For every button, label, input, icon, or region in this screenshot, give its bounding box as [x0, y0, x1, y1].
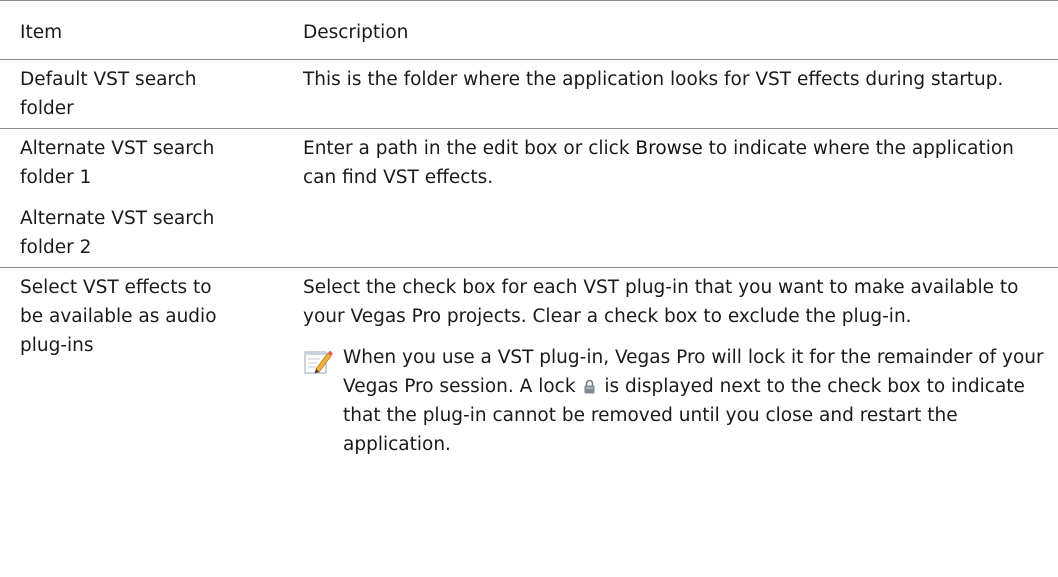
table-row: Select VST effects to be available as au… [0, 267, 1058, 464]
item-group: Alternate VST search folder 1 [20, 134, 303, 192]
item-text-line: be available as audio [20, 306, 217, 327]
table-header: Item Description [0, 0, 1058, 59]
note-pencil-icon [304, 350, 333, 374]
header-description: Description [303, 22, 409, 43]
options-table: Item Description Default VST search fold… [0, 0, 1058, 464]
note-text: When you use a VST plug-in, Vegas Pro wi… [343, 343, 1046, 459]
browse-ui-term: Browse [635, 138, 703, 159]
header-item: Item [20, 22, 63, 43]
item-text-line: plug-ins [20, 335, 94, 356]
table-row: Default VST search folder This is the fo… [0, 59, 1058, 128]
row-item: Default VST search folder [0, 65, 303, 123]
item-text-line: Alternate VST search [20, 208, 215, 229]
lock-icon [584, 379, 595, 394]
note-callout: When you use a VST plug-in, Vegas Pro wi… [303, 343, 1046, 459]
description-text: Enter a path in the edit box or click [303, 138, 636, 159]
item-text-line: Alternate VST search [20, 138, 215, 159]
item-text-line: folder 2 [20, 237, 92, 258]
table-row: Alternate VST search folder 1 Alternate … [0, 128, 1058, 267]
row-description: Select the check box for each VST plug-i… [303, 273, 1058, 459]
row-description: Enter a path in the edit box or click Br… [303, 134, 1058, 262]
item-group: Alternate VST search folder 2 [20, 204, 303, 262]
item-text-line: Default VST search [20, 69, 197, 90]
item-text-line: folder [20, 98, 74, 119]
row-item: Select VST effects to be available as au… [0, 273, 303, 459]
item-text-line: folder 1 [20, 167, 92, 188]
description-text: Select the check box for each VST plug-i… [303, 277, 1019, 327]
row-description: This is the folder where the application… [303, 69, 1004, 90]
item-text-line: Select VST effects to [20, 277, 212, 298]
row-item: Alternate VST search folder 1 Alternate … [0, 134, 303, 262]
